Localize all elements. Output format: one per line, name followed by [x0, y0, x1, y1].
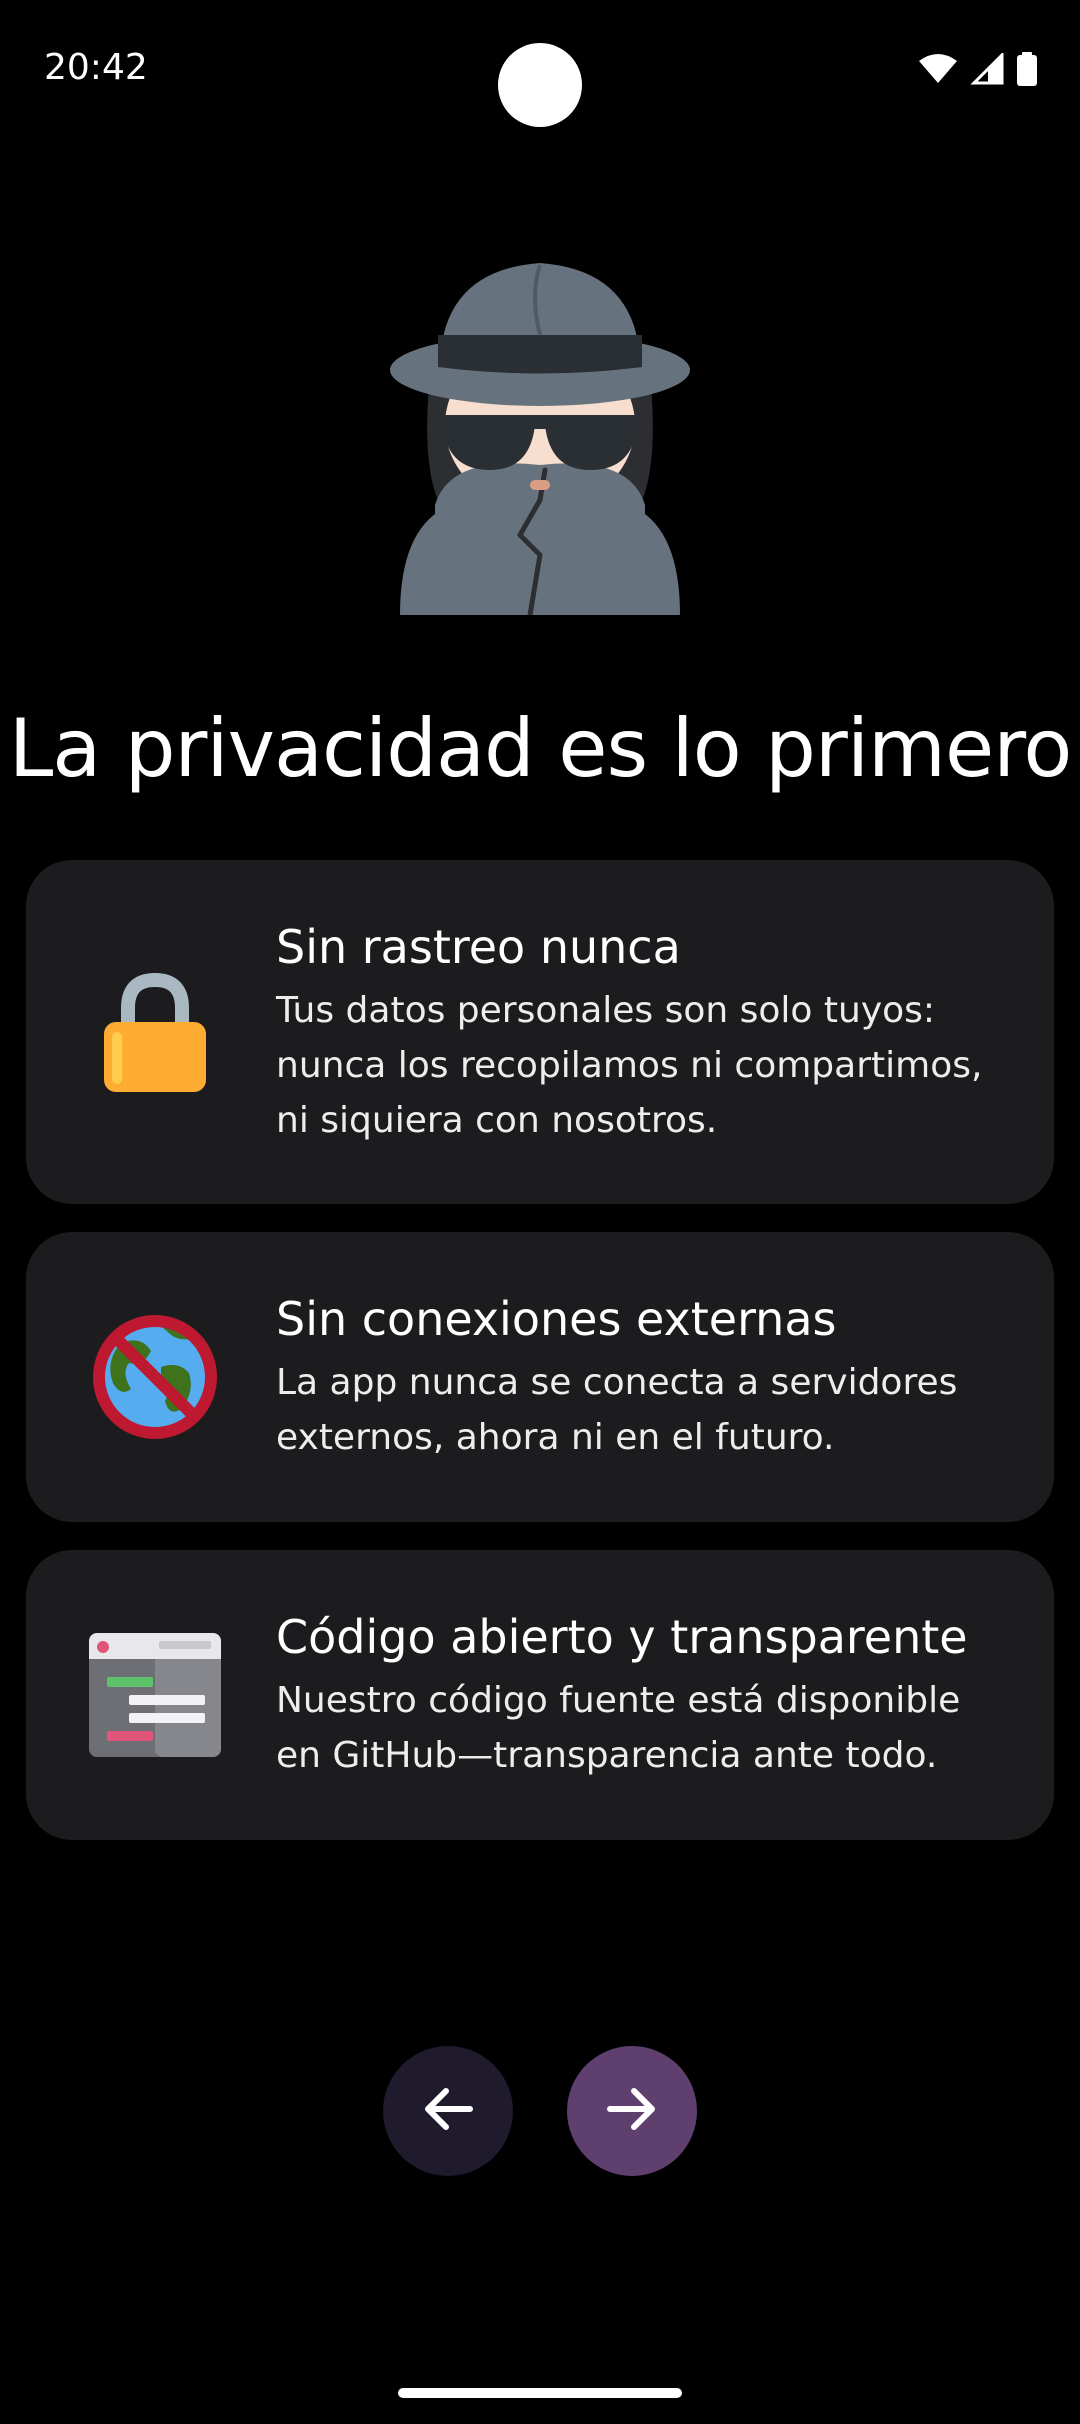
wifi-icon: [918, 53, 958, 85]
hero-illustration: [0, 255, 1080, 625]
feature-description: Nuestro código fuente está disponible en…: [276, 1680, 961, 1776]
lock-icon: [80, 957, 230, 1107]
status-icons: [918, 52, 1038, 86]
feature-text: Código abierto y transparente Nuestro có…: [276, 1607, 1014, 1783]
feature-list: Sin rastreo nunca Tus datos personales s…: [26, 860, 1054, 1868]
feature-title: Sin conexiones externas: [276, 1292, 837, 1346]
status-bar: 20:42: [0, 0, 1080, 140]
camera-cutout: [498, 43, 582, 127]
status-time: 20:42: [44, 47, 148, 88]
source-code-icon: [80, 1620, 230, 1770]
back-button[interactable]: [383, 2046, 513, 2176]
no-globe-icon: [80, 1302, 230, 1452]
arrow-right-icon: [602, 2079, 662, 2144]
arrow-left-icon: [418, 2079, 478, 2144]
battery-icon: [1016, 52, 1038, 86]
feature-description: Tus datos personales son solo tuyos: nun…: [276, 989, 983, 1141]
onboarding-navigation: [0, 2046, 1080, 2176]
home-indicator[interactable]: [398, 2388, 682, 2398]
page-title: La privacidad es lo primero: [8, 702, 1073, 795]
onboarding-screen: 20:42 La privacidad es lo primero Sin ra…: [0, 0, 1080, 2424]
feature-text: Sin conexiones externas La app nunca se …: [276, 1289, 1014, 1465]
detective-icon: [390, 255, 690, 625]
cellular-signal-icon: [970, 53, 1004, 85]
feature-card-open-source: Código abierto y transparente Nuestro có…: [26, 1550, 1054, 1840]
feature-description: La app nunca se conecta a servidores ext…: [276, 1362, 958, 1458]
feature-card-no-tracking: Sin rastreo nunca Tus datos personales s…: [26, 860, 1054, 1204]
feature-text: Sin rastreo nunca Tus datos personales s…: [276, 917, 1014, 1148]
feature-title: Código abierto y transparente: [276, 1610, 968, 1664]
feature-title: Sin rastreo nunca: [276, 919, 681, 974]
next-button[interactable]: [567, 2046, 697, 2176]
feature-card-no-connections: Sin conexiones externas La app nunca se …: [26, 1232, 1054, 1522]
